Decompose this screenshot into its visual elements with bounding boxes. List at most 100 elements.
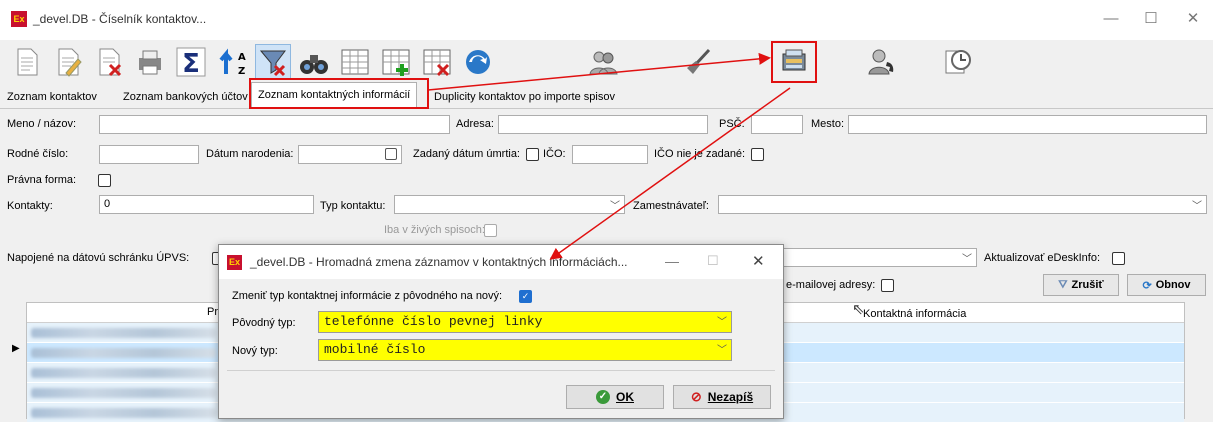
blurred-cell: [31, 348, 216, 358]
blurred-cell: [31, 388, 216, 398]
refresh-button[interactable]: ⟳ Obnov: [1127, 274, 1206, 296]
contact-type-label: Typ kontaktu:: [320, 200, 386, 212]
delete-document-icon[interactable]: [91, 44, 127, 80]
bulk-edit-icon[interactable]: [771, 41, 817, 83]
upvs-select[interactable]: ﹀: [782, 248, 977, 267]
city-input[interactable]: [848, 115, 1207, 134]
psc-input[interactable]: [751, 115, 803, 134]
edit-document-icon[interactable]: [50, 44, 86, 80]
current-row-indicator-icon: ▶: [12, 343, 20, 354]
address-input[interactable]: [498, 115, 708, 134]
sum-icon[interactable]: Σ: [173, 44, 209, 80]
ico-not-set-label: IČO nie je zadané:: [654, 148, 746, 160]
refresh-icon: ⟳: [1142, 279, 1152, 292]
employer-label: Zamestnávateľ:: [633, 200, 709, 212]
toolbar: Σ AZ: [0, 40, 1213, 83]
contacts-label: Kontakty:: [7, 200, 53, 212]
date-check-icon: [385, 148, 397, 160]
close-button[interactable]: ✕: [1178, 8, 1208, 30]
change-type-label: Zmeniť typ kontaktnej informácie z pôvod…: [232, 290, 503, 302]
new-type-label: Nový typ:: [232, 345, 278, 357]
blurred-cell: [31, 368, 216, 378]
edesk-checkbox[interactable]: [1112, 252, 1125, 265]
cancel-filter-button[interactable]: ⛛ Zrušiť: [1043, 274, 1119, 296]
grid-delete-icon[interactable]: [419, 44, 455, 80]
dialog-maximize-button[interactable]: ☐: [707, 253, 719, 269]
tab-contacts[interactable]: Zoznam kontaktov: [7, 88, 97, 106]
check-icon: ✓: [596, 390, 610, 404]
maximize-button[interactable]: ☐: [1136, 8, 1166, 30]
chevron-down-icon: ﹀: [962, 254, 972, 265]
chevron-down-icon: ﹀: [1192, 201, 1202, 212]
chevron-down-icon: ﹀: [717, 346, 727, 357]
upvs-label: Napojené na dátovú schránku ÚPVS:: [7, 252, 190, 264]
mouse-cursor-icon: ⇖: [852, 301, 865, 318]
cancel-button[interactable]: ⊘ Nezapíš: [673, 385, 771, 409]
user-phone-icon[interactable]: [863, 44, 899, 80]
original-type-select[interactable]: telefónne číslo pevnej linky ﹀: [318, 311, 732, 333]
email-checkbox[interactable]: [881, 279, 894, 292]
death-date-checkbox[interactable]: [526, 148, 539, 161]
document-icon[interactable]: [9, 44, 45, 80]
legal-form-label: Právna forma:: [7, 174, 77, 186]
bulk-change-dialog: Ex _devel.DB - Hromadná zmena záznamov v…: [218, 244, 784, 419]
tab-highlight-annotation: [249, 78, 429, 109]
birth-number-input[interactable]: [99, 145, 199, 164]
broom-icon[interactable]: [680, 44, 716, 80]
tab-bar: Zoznam kontaktov Zoznam bankových účtov …: [0, 82, 1213, 109]
title-bar: Ex _devel.DB - Číselník kontaktov... — ☐…: [0, 0, 1213, 40]
sort-az-icon[interactable]: AZ: [214, 44, 250, 80]
grid-icon[interactable]: [337, 44, 373, 80]
dialog-app-icon: Ex: [227, 255, 242, 270]
chevron-down-icon: ﹀: [610, 201, 620, 212]
new-type-select[interactable]: mobilné číslo ﹀: [318, 339, 732, 361]
change-type-checkbox[interactable]: ✓: [519, 290, 532, 303]
birth-number-label: Rodné číslo:: [7, 148, 69, 160]
ico-not-set-checkbox[interactable]: [751, 148, 764, 161]
tab-duplicities[interactable]: Duplicity kontaktov po importe spisov: [434, 88, 615, 106]
ok-button[interactable]: ✓ OK: [566, 385, 664, 409]
contacts-input[interactable]: 0: [99, 195, 314, 214]
svg-text:A: A: [238, 52, 246, 63]
dialog-close-button[interactable]: ✕: [752, 252, 765, 270]
col-contact-info-header[interactable]: Kontaktná informácia: [863, 308, 966, 320]
name-input[interactable]: [99, 115, 450, 134]
filter-clear-icon[interactable]: [255, 44, 291, 80]
dialog-minimize-button[interactable]: —: [665, 253, 679, 269]
legal-form-checkbox[interactable]: [98, 174, 111, 187]
svg-text:Z: Z: [238, 66, 245, 77]
dialog-divider: [227, 370, 775, 371]
binoculars-icon[interactable]: [296, 44, 332, 80]
ico-input[interactable]: [572, 145, 648, 164]
print-icon[interactable]: [132, 44, 168, 80]
filter-clear-icon: ⛛: [1058, 278, 1068, 291]
edesk-label: Aktualizovať eDeskInfo:: [984, 252, 1101, 264]
arrow-toolbar-to-dialog: [549, 87, 791, 260]
city-label: Mesto:: [811, 118, 845, 130]
only-living-label: Iba v živých spisoch:: [384, 224, 485, 236]
minimize-button[interactable]: —: [1096, 8, 1126, 30]
dialog-title: _devel.DB - Hromadná zmena záznamov v ko…: [250, 255, 628, 269]
tab-bank-accounts[interactable]: Zoznam bankových účtov: [123, 88, 251, 106]
address-label: Adresa:: [456, 118, 494, 130]
name-label: Meno / názov:: [7, 118, 77, 130]
blurred-cell: [31, 328, 216, 338]
ico-label: IČO:: [543, 148, 566, 160]
birth-date-input[interactable]: [298, 145, 402, 164]
svg-text:Σ: Σ: [182, 49, 200, 78]
refresh-icon[interactable]: [460, 44, 496, 80]
psc-label: PSČ:: [719, 118, 745, 130]
no-entry-icon: ⊘: [690, 389, 702, 404]
email-label: e-mailovej adresy:: [786, 279, 876, 291]
employer-select[interactable]: ﹀: [718, 195, 1207, 214]
dialog-title-bar: Ex _devel.DB - Hromadná zmena záznamov v…: [219, 245, 783, 279]
original-type-label: Pôvodný typ:: [232, 317, 296, 329]
only-living-checkbox[interactable]: [484, 224, 497, 237]
birth-date-label: Dátum narodenia:: [206, 148, 294, 160]
contact-type-select[interactable]: ﹀: [394, 195, 625, 214]
app-icon: Ex: [11, 11, 27, 27]
users-icon[interactable]: [585, 44, 621, 80]
window-title: _devel.DB - Číselník kontaktov...: [33, 12, 207, 26]
clock-icon[interactable]: [940, 44, 976, 80]
grid-add-icon[interactable]: [378, 44, 414, 80]
